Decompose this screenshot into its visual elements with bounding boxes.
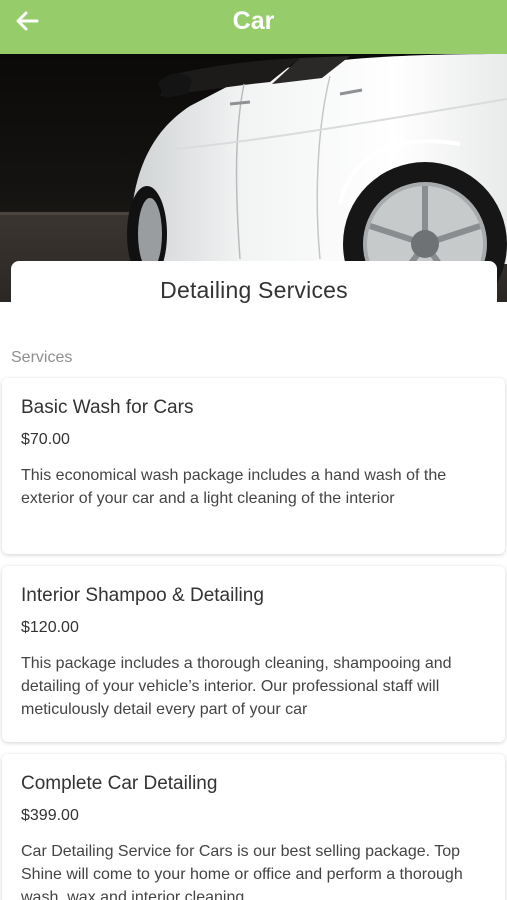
back-button[interactable] bbox=[10, 6, 44, 36]
service-name: Complete Car Detailing bbox=[21, 773, 218, 794]
arrow-left-icon bbox=[16, 11, 39, 31]
service-description: This economical wash package includes a … bbox=[21, 467, 447, 507]
service-description: Car Detailing Service for Cars is our be… bbox=[21, 843, 463, 900]
page-title: Car bbox=[232, 6, 275, 35]
section-title: Detailing Services bbox=[160, 277, 348, 303]
service-card-basic-wash[interactable]: Basic Wash for Cars $70.00 This economic… bbox=[2, 378, 505, 554]
service-price: $70.00 bbox=[21, 431, 70, 448]
app-header: Car bbox=[0, 0, 507, 54]
service-name: Basic Wash for Cars bbox=[21, 397, 194, 418]
service-card-interior-shampoo[interactable]: Interior Shampoo & Detailing $120.00 Thi… bbox=[2, 566, 505, 742]
service-card-complete-detailing[interactable]: Complete Car Detailing $399.00 Car Detai… bbox=[2, 754, 505, 900]
services-label: Services bbox=[11, 349, 73, 366]
service-description: This package includes a thorough cleanin… bbox=[21, 655, 452, 718]
service-price: $399.00 bbox=[21, 807, 79, 824]
title-card: Detailing Services bbox=[11, 261, 497, 305]
service-name: Interior Shampoo & Detailing bbox=[21, 585, 264, 606]
service-price: $120.00 bbox=[21, 619, 79, 636]
